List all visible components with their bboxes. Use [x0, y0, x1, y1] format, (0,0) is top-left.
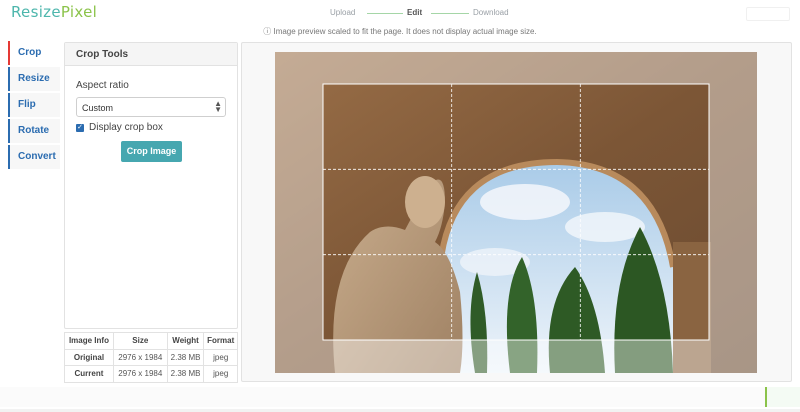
current-size: 2976 x 1984	[112, 365, 168, 383]
tab-crop[interactable]: Crop	[8, 41, 60, 65]
photo-cloud	[480, 184, 570, 220]
step-connector	[431, 13, 469, 14]
tab-convert[interactable]: Convert	[8, 145, 60, 169]
current-format: jpeg	[203, 365, 238, 383]
header-menu-button[interactable]	[746, 7, 790, 21]
row-label-current: Current	[64, 365, 114, 383]
step-edit: Edit	[407, 8, 423, 17]
original-weight: 2.38 MB	[166, 348, 205, 366]
app-logo[interactable]: ResizePixel	[11, 3, 97, 21]
image-canvas[interactable]	[275, 52, 757, 373]
tab-resize[interactable]: Resize	[8, 67, 60, 91]
row-label-original: Original	[64, 348, 114, 366]
logo-text-pixel: Pixel	[60, 3, 98, 21]
progress-steps: Upload Edit Download	[330, 8, 510, 20]
table-row: Current 2976 x 1984 2.38 MB jpeg	[64, 365, 238, 383]
table-row: Original 2976 x 1984 2.38 MB jpeg	[64, 348, 238, 366]
display-crop-box-checkbox[interactable]: ✓	[76, 124, 84, 132]
crop-tools-panel: Crop Tools Aspect ratio Custom ▲ ▼ ✓ Disp…	[64, 42, 238, 329]
header-size: Size	[112, 332, 168, 350]
original-size: 2976 x 1984	[112, 348, 168, 366]
image-info-table: Image Info Size Weight Format Original 2…	[64, 332, 238, 383]
tool-tabs: Crop Resize Flip Rotate Convert	[8, 41, 60, 171]
top-header: ResizePixel Upload Edit Download	[0, 0, 800, 26]
original-format: jpeg	[203, 348, 238, 366]
crop-image-button[interactable]: Crop Image	[121, 141, 182, 162]
header-weight: Weight	[166, 332, 205, 350]
current-weight: 2.38 MB	[166, 365, 205, 383]
step-connector	[367, 13, 403, 14]
aspect-ratio-value: Custom	[82, 103, 114, 113]
photo-cloud	[565, 212, 645, 242]
display-crop-box-label: Display crop box	[89, 122, 163, 133]
bottom-action-bar[interactable]	[765, 387, 800, 407]
step-upload: Upload	[330, 8, 356, 17]
header-image-info: Image Info	[64, 332, 114, 350]
crop-tools-title: Crop Tools	[65, 43, 237, 66]
step-download: Download	[473, 8, 509, 17]
tab-flip[interactable]: Flip	[8, 93, 60, 117]
table-header-row: Image Info Size Weight Format	[64, 332, 238, 350]
header-format: Format	[203, 332, 238, 350]
aspect-ratio-label: Aspect ratio	[76, 80, 129, 91]
bottom-area	[0, 387, 765, 407]
photo-statue-head	[405, 176, 445, 228]
logo-text-resize: Resize	[11, 3, 61, 21]
select-arrows-icon: ▲ ▼	[214, 99, 222, 114]
photo	[275, 52, 757, 373]
preview-notice: ⓘ Image preview scaled to fit the page. …	[263, 27, 537, 36]
aspect-ratio-select[interactable]: Custom ▲ ▼	[76, 97, 226, 117]
tab-rotate[interactable]: Rotate	[8, 119, 60, 143]
